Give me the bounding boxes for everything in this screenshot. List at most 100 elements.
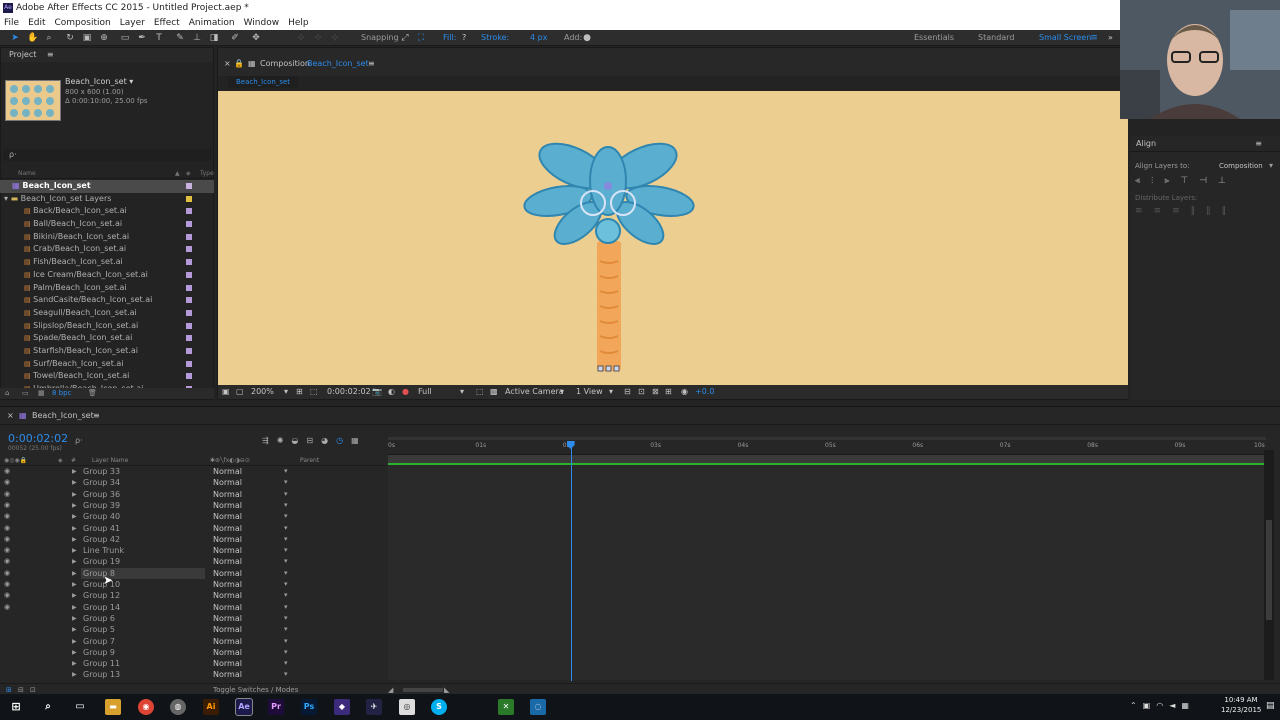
sort-indicator-icon[interactable]: ▲	[175, 168, 180, 179]
keyframe-icon[interactable]: ▦	[351, 436, 367, 445]
layer-expand-icon[interactable]: ▶	[72, 477, 77, 488]
illustrator-icon[interactable]: Ai	[203, 699, 219, 715]
display-icon[interactable]: ▢	[236, 385, 244, 399]
timeline-search-icon[interactable]: ρ·	[75, 436, 83, 445]
rotate-tool-icon[interactable]: ↻	[65, 33, 75, 43]
name-column-header[interactable]: Name	[18, 170, 36, 177]
project-file-item[interactable]: ▤ Ball/Beach_Icon_set.ai	[0, 218, 214, 231]
layer-name[interactable]: Group 11	[81, 658, 205, 669]
layer-expand-icon[interactable]: ▶	[72, 568, 77, 579]
bit-depth-button[interactable]: 8 bpc	[52, 388, 71, 399]
coconut[interactable]	[595, 218, 621, 244]
blend-mode-arrow-icon[interactable]: ▾	[284, 636, 288, 647]
align-v-center-icon[interactable]: ⊣	[1199, 176, 1218, 186]
project-comp-name[interactable]: Beach_Icon_set ▾	[65, 77, 133, 86]
label-color-swatch[interactable]	[186, 284, 192, 291]
blend-mode-arrow-icon[interactable]: ▾	[284, 602, 288, 613]
composition-viewer[interactable]	[218, 91, 1128, 385]
stroke-width-value[interactable]: 4 px	[530, 33, 547, 42]
timeline-icon[interactable]: ⊠	[652, 385, 659, 399]
layer-expand-icon[interactable]: ▶	[72, 523, 77, 534]
project-file-item[interactable]: ▤ SandCasite/Beach_Icon_set.ai	[0, 294, 214, 307]
layer-row[interactable]: ▶ Group 6 Normal ▾	[0, 613, 386, 624]
project-item-root-comp[interactable]: ▦ Beach_Icon_set	[0, 180, 214, 193]
magnification-dropdown[interactable]: 200%	[251, 385, 274, 399]
layer-row[interactable]: ◉ ▶ Group 33 Normal ▾	[0, 466, 386, 477]
layer-name[interactable]: Group 36	[81, 489, 205, 500]
taskbar-date[interactable]: 12/23/2015	[1221, 706, 1261, 714]
menu-composition[interactable]: Composition	[55, 16, 111, 30]
playhead-line[interactable]	[570, 445, 572, 681]
fill-none-value[interactable]: ?	[462, 33, 466, 42]
close-timeline-icon[interactable]: ×	[7, 407, 14, 425]
skype-icon[interactable]: S	[431, 699, 447, 715]
distribute-bottom-icon[interactable]: ≡	[1172, 206, 1191, 216]
rectangle-tool-icon[interactable]: ▭	[120, 33, 130, 43]
view-axis-icon[interactable]: ⊹	[330, 33, 340, 43]
blend-mode-dropdown[interactable]: Normal	[213, 658, 242, 669]
project-file-item[interactable]: ▤ Ice Cream/Beach_Icon_set.ai	[0, 269, 214, 282]
visibility-eye-icon[interactable]: ◉	[4, 489, 10, 500]
show-snapshot-icon[interactable]: ◐	[388, 385, 395, 399]
blend-mode-dropdown[interactable]: Normal	[213, 636, 242, 647]
label-color-swatch[interactable]	[186, 297, 192, 304]
puppet-tool-icon[interactable]: ✥	[251, 33, 261, 43]
blend-mode-arrow-icon[interactable]: ▾	[284, 590, 288, 601]
distribute-top-icon[interactable]: ≡	[1135, 206, 1154, 216]
layer-row[interactable]: ◉ ▶ Group 34 Normal ▾	[0, 477, 386, 488]
camera-tool-icon[interactable]: ▣	[82, 33, 92, 43]
snap-target-icon[interactable]: ⛶	[416, 33, 426, 43]
blend-mode-dropdown[interactable]: Normal	[213, 579, 242, 590]
layer-row[interactable]: ▶ Group 5 Normal ▾	[0, 624, 386, 635]
tray-wifi-icon[interactable]: ◠	[1156, 701, 1169, 710]
new-folder-icon[interactable]: ▭	[22, 388, 29, 399]
mask-icon[interactable]: ⬚	[310, 385, 318, 399]
flowchart-icon[interactable]: ⊞	[665, 385, 672, 399]
blend-mode-arrow-icon[interactable]: ▾	[284, 489, 288, 500]
label-color-swatch[interactable]	[186, 335, 192, 342]
brush-tool-icon[interactable]: ✎	[175, 33, 185, 43]
label-color-swatch[interactable]	[186, 259, 192, 266]
viewer-timecode[interactable]: 0:00:02:02	[327, 385, 371, 399]
visibility-eye-icon[interactable]: ◉	[4, 511, 10, 522]
project-file-item[interactable]: ▤ Seagull/Beach_Icon_set.ai	[0, 307, 214, 320]
file-explorer-icon[interactable]: ▬	[105, 699, 121, 715]
label-color-swatch[interactable]	[186, 373, 192, 380]
blend-mode-dropdown[interactable]: Normal	[213, 590, 242, 601]
project-item-folder[interactable]: ▾ ▬ Beach_Icon_set Layers	[0, 193, 214, 206]
folder-expand-icon[interactable]: ▾	[4, 194, 8, 203]
composition-panel-name[interactable]: Beach_Icon_set	[307, 57, 369, 71]
scrollbar-thumb[interactable]	[1266, 520, 1272, 620]
distribute-right-icon[interactable]: ‖	[1222, 206, 1238, 216]
layer-row[interactable]: ◉ ▶ Group 19 Normal ▾	[0, 556, 386, 567]
workspace-standard[interactable]: Standard	[978, 33, 1014, 42]
roto-brush-tool-icon[interactable]: ✐	[230, 33, 240, 43]
label-color-swatch[interactable]	[186, 221, 192, 228]
parent-column-header[interactable]: Parent	[300, 455, 319, 466]
layer-expand-icon[interactable]: ▶	[72, 489, 77, 500]
layer-row[interactable]: ▶ Group 7 Normal ▾	[0, 636, 386, 647]
layer-name[interactable]: Group 14	[81, 602, 205, 613]
blend-mode-arrow-icon[interactable]: ▾	[284, 556, 288, 567]
blend-mode-arrow-icon[interactable]: ▾	[284, 523, 288, 534]
axis-tool-icon[interactable]: ⊹	[296, 33, 306, 43]
app-globe-icon[interactable]: ◍	[170, 699, 186, 715]
photoshop-icon[interactable]: Ps	[301, 699, 317, 715]
blend-mode-dropdown[interactable]: Normal	[213, 669, 242, 680]
app-bird-icon[interactable]: ✈	[366, 699, 382, 715]
visibility-eye-icon[interactable]: ◉	[4, 523, 10, 534]
blend-mode-arrow-icon[interactable]: ▾	[284, 545, 288, 556]
windows-start-icon[interactable]: ⊞	[8, 699, 24, 715]
tray-chevron-icon[interactable]: ⌃	[1130, 701, 1143, 710]
project-file-item[interactable]: ▤ Starfish/Beach_Icon_set.ai	[0, 345, 214, 358]
premiere-icon[interactable]: Pr	[268, 699, 284, 715]
number-column-header[interactable]: #	[71, 455, 76, 466]
motion-blur-icon[interactable]: ◕	[321, 436, 336, 445]
layer-row[interactable]: ▶ Group 9 Normal ▾	[0, 647, 386, 658]
layer-name[interactable]: Line Trunk	[81, 545, 205, 556]
resolution-arrow-icon[interactable]: ▾	[460, 385, 464, 399]
blend-mode-dropdown[interactable]: Normal	[213, 556, 242, 567]
snapping-toggle-icon[interactable]: ⤢	[400, 33, 410, 43]
layer-expand-icon[interactable]: ▶	[72, 636, 77, 647]
chrome-icon[interactable]: ◉	[138, 699, 154, 715]
